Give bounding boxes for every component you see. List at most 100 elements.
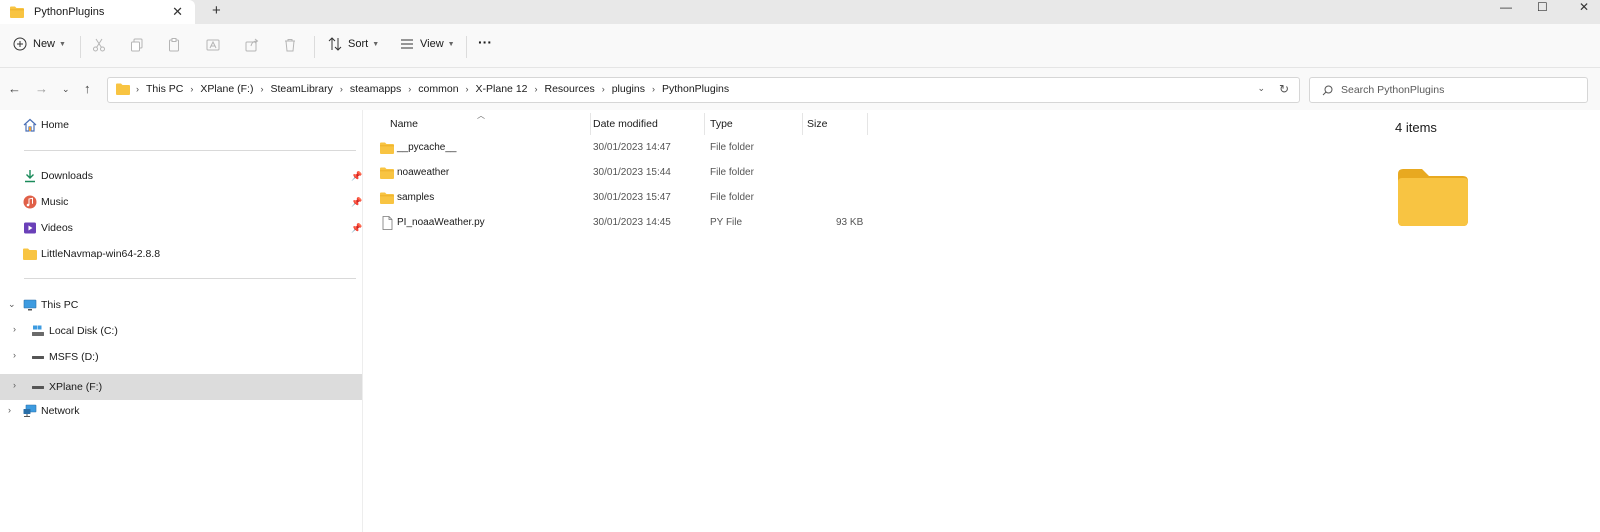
- breadcrumb-separator[interactable]: ›: [408, 84, 411, 94]
- share-icon[interactable]: [245, 38, 259, 52]
- breadcrumb-xplane-12[interactable]: X-Plane 12: [476, 83, 528, 95]
- folder-icon: [23, 248, 37, 260]
- file-size: 93 KB: [836, 217, 864, 228]
- address-bar[interactable]: › This PC › XPlane (F:) › SteamLibrary ›…: [107, 77, 1300, 103]
- breadcrumb-separator[interactable]: ›: [466, 84, 469, 94]
- sidebar-item-xplane-f[interactable]: XPlane (F:): [31, 380, 102, 394]
- rename-icon[interactable]: [206, 38, 220, 52]
- expand-chevron-icon[interactable]: ›: [13, 350, 16, 360]
- expand-chevron-icon[interactable]: ›: [8, 405, 11, 415]
- windows-drive-icon: [32, 325, 44, 336]
- breadcrumb-pythonplugins[interactable]: PythonPlugins: [662, 83, 729, 95]
- sidebar-item-videos[interactable]: Videos: [23, 221, 73, 235]
- copy-icon[interactable]: [130, 38, 144, 52]
- sidebar-item-local-disk-c[interactable]: Local Disk (C:): [31, 324, 118, 338]
- pin-icon[interactable]: 📌: [351, 223, 362, 234]
- pane-divider[interactable]: [362, 110, 363, 532]
- folder-icon: [10, 6, 24, 18]
- sidebar-item-label: MSFS (D:): [49, 351, 99, 363]
- sidebar-item-msfs-d[interactable]: MSFS (D:): [31, 350, 99, 364]
- sidebar-item-label: Network: [41, 405, 80, 417]
- forward-arrow-icon[interactable]: →: [35, 81, 48, 96]
- close-window-button[interactable]: ✕: [1579, 0, 1589, 14]
- pin-icon[interactable]: 📌: [351, 197, 362, 208]
- sidebar-item-network[interactable]: Network: [23, 404, 80, 418]
- column-header-date[interactable]: Date modified: [593, 118, 658, 130]
- pin-icon[interactable]: 📌: [351, 171, 362, 182]
- drive-icon: [32, 356, 44, 359]
- navigation-pane: Home Downloads 📌 Music 📌 Videos 📌 Little…: [0, 110, 362, 532]
- plus-circle-icon: [13, 37, 27, 51]
- breadcrumb-resources[interactable]: Resources: [545, 83, 595, 95]
- breadcrumb-common[interactable]: common: [418, 83, 458, 95]
- collapse-chevron-icon[interactable]: ⌄: [8, 299, 16, 310]
- sort-button[interactable]: Sort ▼: [328, 37, 379, 51]
- breadcrumb-separator[interactable]: ›: [535, 84, 538, 94]
- back-arrow-icon[interactable]: ←: [8, 81, 21, 96]
- sidebar-item-littlenavmap[interactable]: LittleNavmap-win64-2.8.8: [23, 247, 160, 261]
- table-row[interactable]: __pycache__ 30/01/2023 14:47 File folder: [364, 138, 864, 160]
- file-name: samples: [397, 192, 435, 203]
- breadcrumb-this-pc[interactable]: This PC: [146, 83, 183, 95]
- breadcrumb-plugins[interactable]: plugins: [612, 83, 645, 95]
- search-box[interactable]: [1309, 77, 1588, 103]
- sidebar-item-downloads[interactable]: Downloads: [23, 169, 93, 183]
- breadcrumb-separator[interactable]: ›: [340, 84, 343, 94]
- cut-icon[interactable]: [92, 38, 106, 52]
- table-row[interactable]: noaweather 30/01/2023 15:44 File folder: [364, 163, 864, 185]
- up-arrow-icon[interactable]: ↑: [84, 81, 91, 96]
- column-resizer[interactable]: [802, 113, 803, 135]
- search-input[interactable]: [1341, 84, 1571, 96]
- breadcrumb-separator[interactable]: ›: [260, 84, 263, 94]
- address-row: ← → ⌄ ↑ › This PC › XPlane (F:) › SteamL…: [0, 68, 1600, 110]
- video-icon: [24, 222, 36, 234]
- sidebar-item-label: XPlane (F:): [49, 381, 103, 393]
- breadcrumb-separator[interactable]: ›: [190, 84, 193, 94]
- column-header-size[interactable]: Size: [807, 118, 827, 130]
- file-icon: [382, 216, 393, 230]
- expand-chevron-icon[interactable]: ›: [13, 380, 16, 390]
- sidebar-item-label: LittleNavmap-win64-2.8.8: [41, 248, 161, 260]
- breadcrumb-separator[interactable]: ›: [652, 84, 655, 94]
- recent-locations-chevron-icon[interactable]: ⌄: [62, 84, 70, 95]
- column-header-type[interactable]: Type: [710, 118, 733, 130]
- file-type: File folder: [710, 167, 754, 178]
- maximize-button[interactable]: ☐: [1537, 0, 1548, 14]
- tab-label: PythonPlugins: [34, 6, 105, 18]
- view-button[interactable]: View ▼: [400, 37, 455, 51]
- breadcrumb-steamapps[interactable]: steamapps: [350, 83, 401, 95]
- file-type: PY File: [710, 217, 743, 228]
- paste-icon[interactable]: [168, 38, 182, 52]
- column-resizer[interactable]: [867, 113, 868, 135]
- new-button[interactable]: New ▼: [13, 37, 66, 51]
- music-icon: [23, 195, 37, 209]
- minimize-button[interactable]: —: [1500, 0, 1512, 14]
- item-count: 4 items: [1395, 120, 1437, 135]
- file-name: noaweather: [397, 167, 450, 178]
- column-resizer[interactable]: [590, 113, 591, 135]
- column-resizer[interactable]: [704, 113, 705, 135]
- tab-pythonplugins[interactable]: PythonPlugins ✕: [0, 0, 195, 24]
- breadcrumb-xplane-drive[interactable]: XPlane (F:): [200, 83, 253, 95]
- breadcrumb-steamlibrary[interactable]: SteamLibrary: [270, 83, 332, 95]
- new-tab-button[interactable]: +: [212, 2, 221, 19]
- table-row[interactable]: PI_noaaWeather.py 30/01/2023 14:45 PY Fi…: [364, 213, 864, 235]
- more-options-button[interactable]: ···: [478, 34, 492, 50]
- sort-label: Sort: [348, 38, 369, 50]
- sidebar-item-home[interactable]: Home: [23, 118, 69, 132]
- sidebar-item-this-pc[interactable]: This PC: [23, 298, 78, 312]
- refresh-icon[interactable]: ↻: [1279, 82, 1289, 96]
- file-list: ︿ Name Date modified Type Size __pycache…: [364, 110, 1364, 532]
- expand-chevron-icon[interactable]: ›: [13, 324, 16, 334]
- address-dropdown-chevron-icon[interactable]: ⌄: [1257, 83, 1265, 94]
- column-header-name[interactable]: Name: [390, 118, 418, 130]
- tab-close-icon[interactable]: ✕: [172, 4, 183, 20]
- delete-icon[interactable]: [283, 38, 297, 52]
- sidebar-item-music[interactable]: Music: [23, 195, 68, 209]
- sidebar-item-label: Home: [41, 119, 70, 131]
- table-row[interactable]: samples 30/01/2023 15:47 File folder: [364, 188, 864, 210]
- chevron-down-icon: ▼: [447, 40, 455, 48]
- view-label: View: [420, 38, 444, 50]
- breadcrumb-separator[interactable]: ›: [602, 84, 605, 94]
- computer-icon: [23, 299, 37, 311]
